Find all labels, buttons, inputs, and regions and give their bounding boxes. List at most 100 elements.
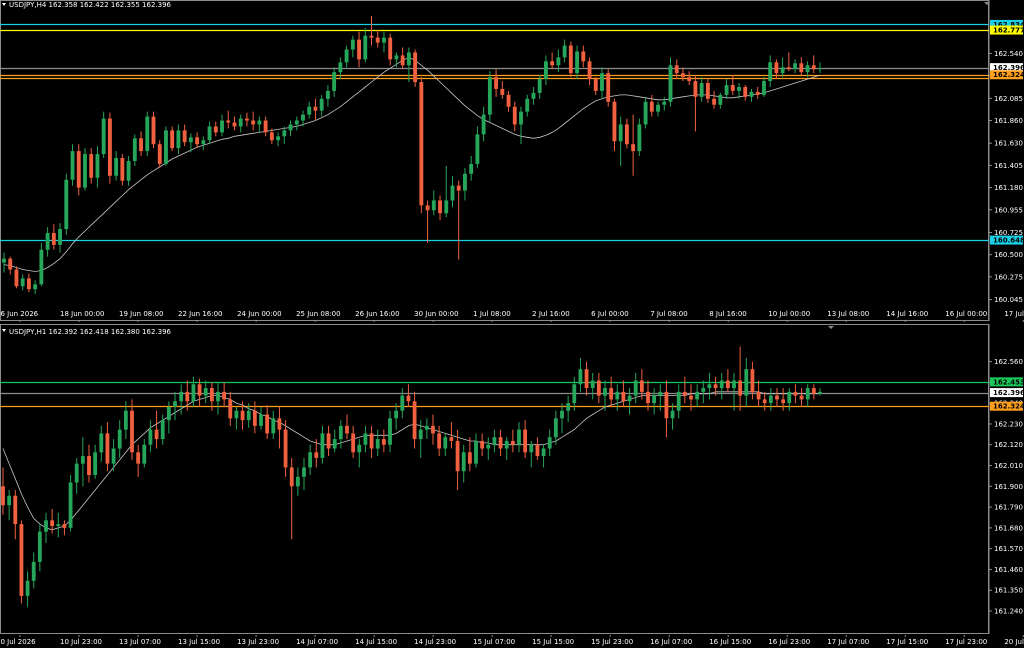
h4-symbol-header: USDJPY,H4 162.358 162.422 162.355 162.39…	[9, 1, 172, 9]
h1-candle-body	[56, 524, 61, 526]
h4-candle-body	[543, 61, 548, 80]
h1-candle-body	[443, 437, 448, 449]
h4-y-tick-label: 162.085	[994, 95, 1023, 103]
h4-candle-body	[400, 55, 405, 66]
h4-candle-body	[805, 65, 810, 73]
h1-candle-body	[271, 418, 276, 434]
h1-candle-body	[357, 444, 362, 453]
h4-price-tag: 162.777	[990, 25, 1024, 35]
h4-candle-body	[743, 86, 748, 97]
h1-candle-body	[474, 440, 478, 464]
h4-candle-body	[705, 83, 710, 99]
h1-candle-body	[535, 444, 540, 457]
h1-x-tick-label: 14 Jul 07:00	[296, 638, 338, 646]
h4-x-tick-label: 24 Jun 00:00	[237, 310, 281, 318]
h4-candle-body	[375, 37, 380, 43]
h1-x-tick-label: 16 Jul 23:00	[768, 638, 810, 646]
h4-candle-body	[357, 39, 361, 60]
h4-candle-body	[201, 140, 206, 145]
h4-candle-body	[693, 81, 698, 97]
h1-candle-body	[154, 429, 159, 440]
h1-candle-body	[664, 391, 669, 419]
h4-candle-body	[581, 51, 586, 62]
h1-candle-body	[80, 456, 85, 464]
h1-x-tick-label: 20 Jul 07:00	[1004, 638, 1024, 646]
h4-candle-body	[307, 106, 312, 115]
h1-price-tag-label: 162.453	[993, 378, 1024, 386]
h4-candle-body	[170, 130, 175, 149]
h4-x-tick-label: 18 Jun 00:00	[60, 310, 104, 318]
h4-candle-body	[39, 249, 44, 285]
h4-candle-body	[139, 138, 143, 152]
h1-candle-body	[302, 467, 306, 477]
h1-candle-body	[375, 439, 380, 449]
h1-y-tick-label: 161.350	[994, 587, 1023, 595]
h4-candle-body	[431, 200, 436, 211]
h1-x-tick-label: 15 Jul 23:00	[591, 638, 633, 646]
h4-x-tick-label: 16 Jul 00:00	[945, 310, 987, 318]
h4-candle-body	[755, 91, 760, 95]
h4-candle	[145, 111, 150, 157]
h1-candle-body	[351, 433, 356, 453]
h4-candle-body	[350, 39, 355, 50]
h1-y-tick-label: 161.460	[994, 566, 1023, 574]
h1-candle-body	[732, 380, 736, 389]
h1-candle-body	[203, 388, 208, 396]
h1-candle-body	[412, 401, 417, 440]
h1-candle-body	[615, 391, 620, 400]
h4-y-tick-label: 162.540	[994, 50, 1023, 58]
h1-candle-body	[799, 395, 804, 400]
h4-candle-body	[606, 73, 611, 102]
h1-candle-body	[277, 418, 282, 430]
h4-candle-body	[525, 98, 530, 112]
h1-price-tag: 162.324	[990, 401, 1024, 411]
h1-candle-body	[388, 418, 392, 445]
h1-x-tick-label: 15 Jul 07:00	[473, 638, 515, 646]
h4-candle-body	[64, 179, 69, 230]
h1-candle-body	[633, 380, 638, 396]
h1-x-tick-label: 13 Jul 07:00	[119, 638, 161, 646]
h4-candle-body	[394, 55, 399, 60]
h1-candle-body	[326, 433, 331, 449]
h1-candle-body	[209, 388, 214, 402]
h1-candle-body	[621, 391, 626, 402]
h1-candle-body	[762, 399, 767, 404]
h4-candle-body	[793, 63, 798, 70]
h4-candle	[487, 71, 492, 122]
h1-candle-body	[68, 482, 73, 528]
h1-candle-body	[775, 395, 779, 400]
h1-candle-body	[37, 531, 42, 562]
h4-y-tick-label: 161.405	[994, 162, 1023, 170]
h1-candle-body	[136, 452, 141, 464]
h1-candle-body	[160, 420, 165, 440]
h4-candle-body	[213, 126, 218, 133]
h4-x-tick-label: 2 Jul 16:00	[532, 310, 570, 318]
h1-candle-body	[222, 391, 227, 400]
h1-candle-body	[596, 380, 601, 396]
h4-candle-body	[737, 86, 741, 91]
h4-x-tick-label: 13 Jul 08:00	[827, 310, 869, 318]
h4-candle-body	[668, 65, 673, 102]
h1-candle-body	[431, 425, 435, 434]
h1-candle-body	[424, 425, 429, 430]
h4-candle-body	[681, 73, 685, 78]
h4-candle	[151, 111, 156, 149]
h4-candle-body	[20, 278, 25, 287]
h1-candle-body	[345, 425, 349, 434]
h1-candle-body	[492, 437, 497, 445]
h1-candle-body	[566, 403, 571, 411]
h4-candle-body	[799, 63, 804, 73]
h4-candle-body	[481, 114, 486, 135]
h1-candle-body	[768, 395, 773, 404]
h4-candle-body	[83, 154, 87, 188]
h4-candle-body	[587, 61, 592, 80]
h4-candle-body	[207, 126, 212, 141]
h1-x-tick-label: 13 Jul 23:00	[237, 638, 279, 646]
h1-price-tags: 162.453 162.396 162.324	[990, 377, 1024, 411]
h4-candle-body	[612, 101, 617, 142]
h4-candle-body	[269, 132, 274, 141]
h1-y-tick-label: 162.230	[994, 420, 1023, 428]
h1-candle-body	[725, 380, 730, 389]
h4-candle-body	[195, 137, 200, 145]
h1-candle-body	[805, 388, 810, 400]
